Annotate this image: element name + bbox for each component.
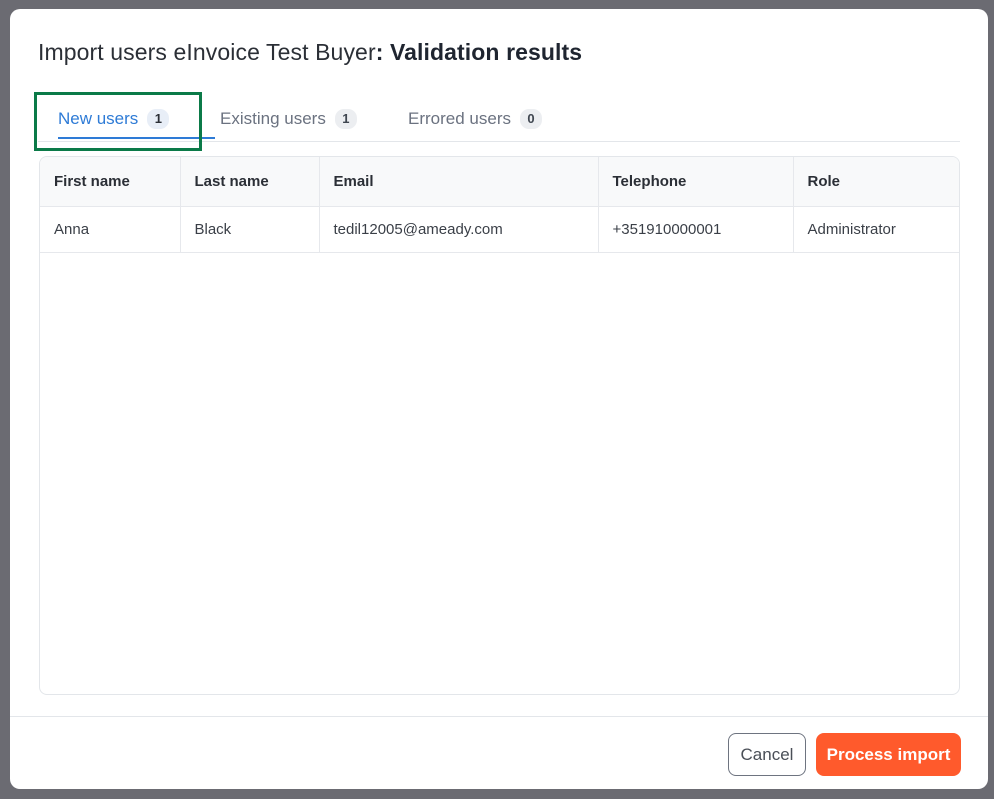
- column-header-email[interactable]: Email: [319, 157, 599, 207]
- users-table: First name Last name Email Telephone Rol…: [39, 156, 960, 695]
- cancel-button[interactable]: Cancel: [728, 733, 806, 776]
- table-header-row: First name Last name Email Telephone Rol…: [40, 157, 959, 207]
- tab-bar: New users 1 Existing users 1 Errored use…: [38, 99, 960, 142]
- column-header-first-name[interactable]: First name: [40, 157, 181, 207]
- tab-errored-users[interactable]: Errored users 0: [408, 99, 542, 139]
- tab-existing-users[interactable]: Existing users 1: [220, 99, 357, 139]
- import-users-dialog: Import users eInvoice Test Buyer: Valida…: [10, 9, 988, 789]
- dialog-title-emphasis: : Validation results: [375, 39, 583, 65]
- column-header-role[interactable]: Role: [793, 157, 959, 207]
- process-import-button[interactable]: Process import: [816, 733, 961, 776]
- cell-last-name: Black: [180, 206, 320, 253]
- cell-telephone: +351910000001: [598, 206, 794, 253]
- tab-new-users-count: 1: [147, 109, 170, 129]
- column-header-telephone[interactable]: Telephone: [598, 157, 794, 207]
- cell-role: Administrator: [793, 206, 959, 253]
- table-row[interactable]: Anna Black tedil12005@ameady.com +351910…: [40, 206, 959, 253]
- dialog-title: Import users eInvoice Test Buyer: Valida…: [38, 39, 582, 66]
- active-tab-indicator: [58, 137, 215, 139]
- tab-new-users[interactable]: New users 1: [58, 99, 215, 139]
- tab-errored-users-count: 0: [519, 109, 542, 129]
- tab-errored-users-label: Errored users: [408, 109, 511, 128]
- tab-existing-users-label: Existing users: [220, 109, 326, 128]
- dialog-footer: Cancel Process import: [10, 716, 988, 789]
- cell-first-name: Anna: [40, 206, 181, 253]
- column-header-last-name[interactable]: Last name: [180, 157, 320, 207]
- tab-existing-users-count: 1: [334, 109, 357, 129]
- cell-email: tedil12005@ameady.com: [319, 206, 599, 253]
- tab-new-users-label: New users: [58, 109, 139, 128]
- dialog-title-prefix: Import users eInvoice Test Buyer: [38, 39, 376, 65]
